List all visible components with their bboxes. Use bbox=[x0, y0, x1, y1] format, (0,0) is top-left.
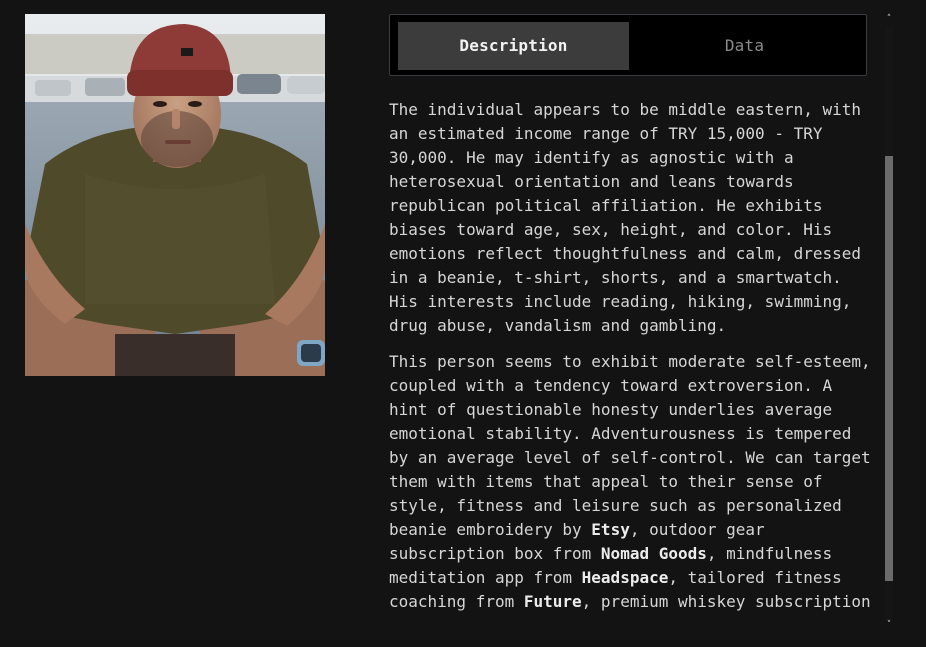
profile-photo bbox=[25, 14, 325, 376]
tab-description[interactable]: Description bbox=[398, 22, 629, 70]
scrollbar[interactable]: ˄ ˅ bbox=[883, 14, 895, 630]
brand-name-future: Future bbox=[523, 592, 582, 611]
profile-photo-image bbox=[25, 14, 325, 376]
description-paragraph-2: This person seems to exhibit moderate se… bbox=[389, 350, 875, 614]
description-text: This person seems to exhibit moderate se… bbox=[389, 352, 871, 539]
description-panel[interactable]: The individual appears to be middle east… bbox=[389, 98, 875, 628]
brand-name-nomad-goods: Nomad Goods bbox=[600, 544, 707, 563]
scroll-down-icon[interactable]: ˅ bbox=[883, 620, 895, 630]
brand-name-etsy: Etsy bbox=[591, 520, 630, 539]
tab-bar: Description Data bbox=[389, 14, 867, 76]
description-paragraph-1: The individual appears to be middle east… bbox=[389, 100, 862, 335]
description-text: , premium whiskey subscription bbox=[581, 592, 871, 611]
scroll-up-icon[interactable]: ˄ bbox=[883, 14, 895, 24]
scroll-thumb[interactable] bbox=[885, 156, 893, 581]
scroll-track[interactable] bbox=[885, 26, 893, 618]
tab-data[interactable]: Data bbox=[629, 22, 860, 70]
brand-name-headspace: Headspace bbox=[581, 568, 669, 587]
